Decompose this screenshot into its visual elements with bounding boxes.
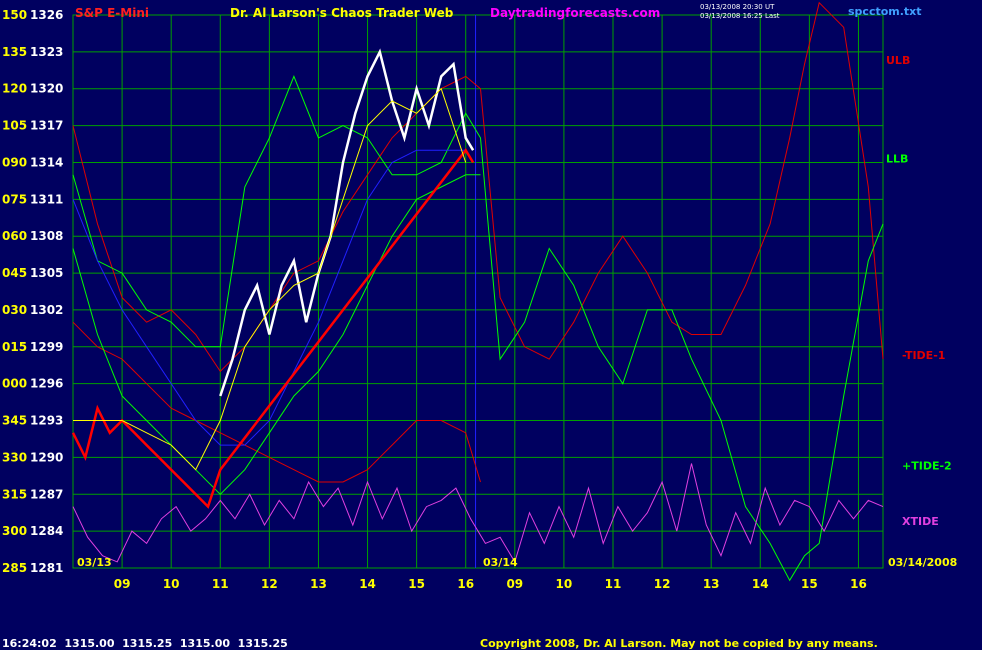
x-tick-label: 11 [212, 577, 229, 591]
y-price-label: 1314 [30, 155, 63, 169]
x-tick-label: 13 [703, 577, 720, 591]
x-tick-label: 09 [114, 577, 131, 591]
y-angle-label: 330 [2, 450, 27, 464]
y-price-label: 1296 [30, 377, 63, 391]
series-label: ULB [886, 54, 910, 67]
date-label-left: 03/13 [77, 556, 112, 569]
last-quote: 16:24:02 1315.00 1315.25 1315.00 1315.25 [2, 637, 288, 650]
data-file-name: spcctom.txt [848, 5, 922, 18]
timestamp-line-2: 03/13/2008 16:25 Last [700, 12, 780, 20]
x-tick-label: 14 [752, 577, 769, 591]
x-tick-label: 10 [556, 577, 573, 591]
x-tick-label: 12 [654, 577, 671, 591]
y-angle-label: 345 [2, 414, 27, 428]
y-price-label: 1311 [30, 192, 63, 206]
series-label: XTIDE [902, 515, 939, 528]
series-label: -TIDE-1 [902, 349, 945, 362]
x-tick-label: 16 [457, 577, 474, 591]
series-label: LLB [886, 152, 908, 165]
y-angle-label: 135 [2, 45, 27, 59]
y-price-label: 1320 [30, 82, 63, 96]
y-angle-label: 120 [2, 82, 27, 96]
y-price-label: 1317 [30, 119, 63, 133]
y-angle-label: 030 [2, 303, 27, 317]
chaos-trader-chart: ULB LLB -TIDE-1 +TIDE-2 XTIDE 150 1326 135 1323… [0, 0, 982, 650]
y-angle-label: 105 [2, 119, 27, 133]
y-angle-label: 075 [2, 192, 27, 206]
y-price-label: 1299 [30, 340, 63, 354]
y-angle-label: 045 [2, 266, 27, 280]
y-angle-label: 060 [2, 229, 27, 243]
date-label-right: 03/14/2008 [888, 556, 957, 569]
y-price-label: 1284 [30, 524, 63, 538]
y-price-label: 1290 [30, 450, 63, 464]
series-label: +TIDE-2 [902, 460, 952, 473]
y-angle-label: 300 [2, 524, 27, 538]
x-tick-label: 15 [801, 577, 818, 591]
instrument-label: S&P E-Mini [75, 6, 149, 20]
timestamp-line-1: 03/13/2008 20:30 UT [700, 3, 775, 11]
y-price-label: 1293 [30, 414, 63, 428]
y-angle-label: 015 [2, 340, 27, 354]
x-tick-label: 11 [605, 577, 622, 591]
y-price-label: 1326 [30, 8, 63, 22]
y-price-label: 1323 [30, 45, 63, 59]
site-link[interactable]: Daytradingforecasts.com [490, 6, 660, 20]
y-angle-label: 315 [2, 487, 27, 501]
y-price-label: 1308 [30, 229, 63, 243]
y-price-label: 1305 [30, 266, 63, 280]
chart-title: Dr. Al Larson's Chaos Trader Web [230, 6, 454, 20]
x-tick-label: 09 [506, 577, 523, 591]
y-price-label: 1302 [30, 303, 63, 317]
y-price-label: 1287 [30, 487, 63, 501]
y-angle-label: 090 [2, 155, 27, 169]
y-angle-label: 000 [2, 377, 27, 391]
y-angle-label: 150 [2, 8, 27, 22]
x-tick-label: 15 [408, 577, 425, 591]
date-label-mid: 03/14 [483, 556, 518, 569]
x-tick-label: 10 [163, 577, 180, 591]
x-tick-label: 14 [359, 577, 376, 591]
x-tick-label: 12 [261, 577, 278, 591]
y-price-label: 1281 [30, 561, 63, 575]
y-angle-label: 285 [2, 561, 27, 575]
copyright-notice: Copyright 2008, Dr. Al Larson. May not b… [480, 637, 878, 650]
x-tick-label: 13 [310, 577, 327, 591]
x-tick-label: 16 [850, 577, 867, 591]
